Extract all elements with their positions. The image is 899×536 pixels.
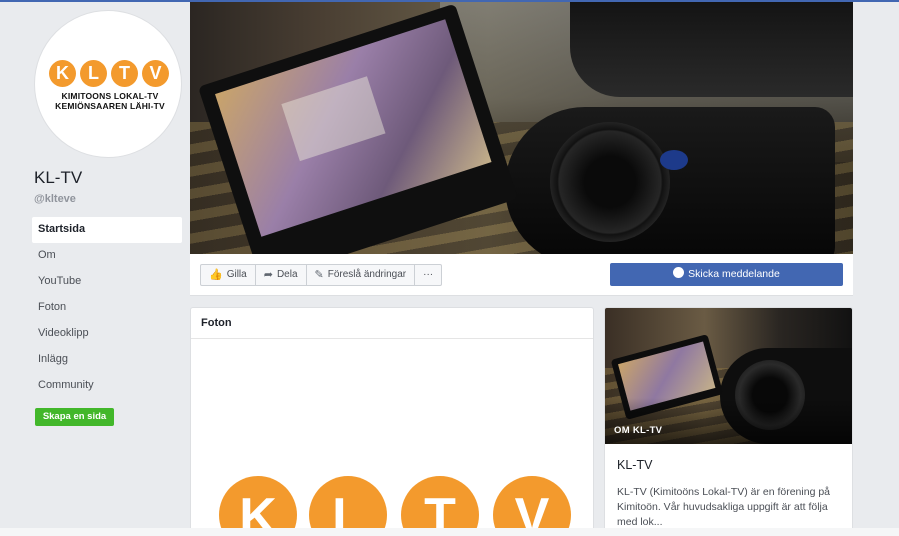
about-card: OM KL-TV KL-TV KL-TV (Kimitoöns Lokal-TV… <box>604 307 853 536</box>
lens-brand-badge <box>660 150 688 170</box>
photo-logo-letter-t: T <box>401 476 479 536</box>
like-label: Gilla <box>226 269 247 280</box>
about-photo[interactable]: OM KL-TV <box>605 308 852 444</box>
nav-item-startsida[interactable]: Startsida <box>32 217 182 243</box>
messenger-icon <box>673 267 685 278</box>
nav-item-community[interactable]: Community <box>32 373 182 399</box>
page-nav: Startsida Om YouTube Foton Videoklipp In… <box>32 217 182 399</box>
send-message-button[interactable]: Skicka meddelande <box>610 263 843 286</box>
photo-logo-letter-k: K <box>219 476 297 536</box>
about-photo-label: OM KL-TV <box>614 425 663 436</box>
page-title[interactable]: KL-TV <box>34 168 82 188</box>
about-photo-shade <box>605 398 852 444</box>
bottom-edge <box>0 528 899 536</box>
about-description: KL-TV (Kimitoöns Lokal-TV) är en förenin… <box>617 486 831 528</box>
suggest-edits-button[interactable]: ✎ Föreslå ändringar <box>307 265 416 285</box>
camera-lens <box>550 122 670 242</box>
share-arrow-icon: ➦ <box>263 269 273 281</box>
nav-item-youtube[interactable]: YouTube <box>32 269 182 295</box>
share-label: Dela <box>276 269 298 280</box>
logo-letter-k: K <box>49 60 76 87</box>
pencil-icon: ✎ <box>314 269 324 281</box>
photo-kltv-logo[interactable]: K L T V <box>219 476 579 536</box>
suggest-label: Föreslå ändringar <box>327 269 407 280</box>
thumbs-up-icon: 👍 <box>209 269 223 281</box>
kltv-logo: K L T V <box>49 60 169 90</box>
more-button[interactable]: ··· <box>415 265 441 285</box>
nav-item-foton[interactable]: Foton <box>32 295 182 321</box>
monitor-screen <box>215 19 492 237</box>
action-button-group: 👍 Gilla ➦ Dela ✎ Föreslå ändringar ··· <box>200 264 443 286</box>
logo-line-2: KEMIÖNSAAREN LÄHI-TV <box>55 101 165 111</box>
nav-item-videoklipp[interactable]: Videoklipp <box>32 321 182 347</box>
logo-line-1: KIMITOONS LOKAL-TV <box>61 91 159 101</box>
nav-item-inlagg[interactable]: Inlägg <box>32 347 182 373</box>
camera-handle <box>570 2 853 97</box>
cover-photo[interactable] <box>190 2 853 254</box>
about-page-name[interactable]: KL-TV <box>617 458 652 472</box>
send-message-label: Skicka meddelande <box>688 268 780 280</box>
like-button[interactable]: 👍 Gilla <box>201 265 256 285</box>
photo-logo-letter-v: V <box>493 476 571 536</box>
share-button[interactable]: ➦ Dela <box>256 265 307 285</box>
more-dots-icon: ··· <box>423 269 434 280</box>
left-column: K L T V KIMITOONS LOKAL-TV KEMIÖNSAAREN … <box>0 0 190 536</box>
page-handle[interactable]: @klteve <box>34 193 76 205</box>
create-page-button[interactable]: Skapa en sida <box>35 408 114 426</box>
logo-letter-l: L <box>80 60 107 87</box>
avatar[interactable]: K L T V KIMITOONS LOKAL-TV KEMIÖNSAAREN … <box>34 10 182 158</box>
photos-title[interactable]: Foton <box>191 308 593 339</box>
page-action-bar: 👍 Gilla ➦ Dela ✎ Föreslå ändringar ··· S… <box>190 254 853 296</box>
logo-letter-t: T <box>111 60 138 87</box>
photo-logo-letter-l: L <box>309 476 387 536</box>
logo-letter-v: V <box>142 60 169 87</box>
photos-card: Foton K L T V <box>190 307 594 536</box>
nav-item-om[interactable]: Om <box>32 243 182 269</box>
